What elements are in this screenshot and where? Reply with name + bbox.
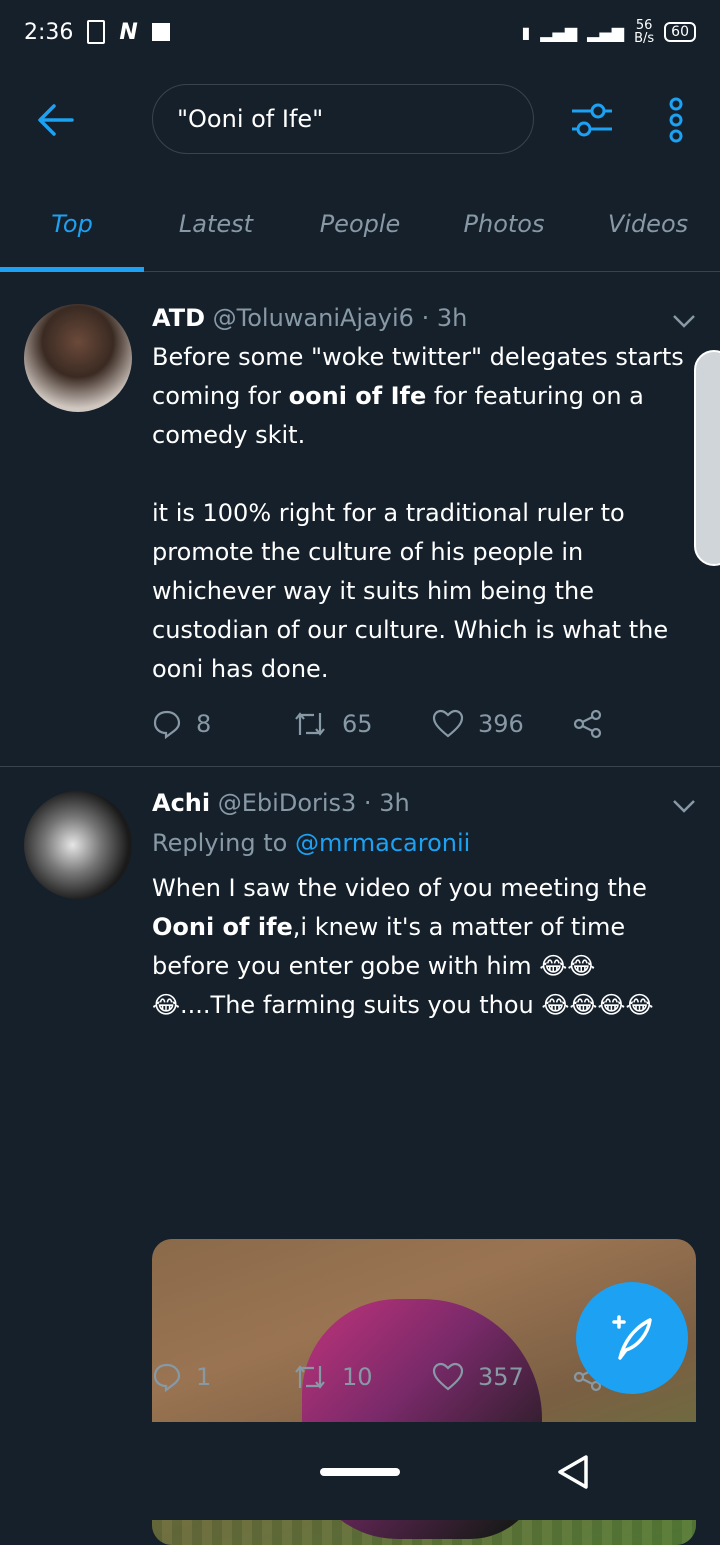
tab-photos[interactable]: Photos xyxy=(432,176,576,271)
retweet-button[interactable]: 65 xyxy=(292,709,432,739)
author-name[interactable]: Achi xyxy=(152,789,210,817)
share-button[interactable] xyxy=(572,708,612,740)
status-time: 2:36 xyxy=(24,19,74,45)
mention-link[interactable]: @mrmacaronii xyxy=(295,829,470,857)
author-name[interactable]: ATD xyxy=(152,304,205,332)
more-icon[interactable] xyxy=(664,96,688,144)
home-gesture-bar[interactable] xyxy=(320,1468,400,1476)
retweet-count: 65 xyxy=(342,710,373,738)
tweet-actions: 8 65 396 xyxy=(152,704,632,744)
like-button[interactable]: 396 xyxy=(432,709,572,739)
like-button[interactable]: 357 xyxy=(432,1362,572,1392)
tab-latest[interactable]: Latest xyxy=(144,176,288,271)
search-input[interactable]: "Ooni of Ife" xyxy=(152,84,534,154)
reply-count: 1 xyxy=(196,1363,212,1391)
filter-icon[interactable] xyxy=(568,100,616,140)
battery-level: 60 xyxy=(664,22,696,42)
app-n-icon: N xyxy=(119,19,138,45)
compose-tweet-button[interactable] xyxy=(576,1282,688,1394)
tweet-actions: 1 10 357 xyxy=(152,1357,632,1397)
battery-saver-icon xyxy=(87,20,106,44)
chevron-down-icon[interactable] xyxy=(672,799,696,813)
author-handle: @ToluwaniAjayi6 · 3h xyxy=(212,304,468,332)
tab-videos[interactable]: Videos xyxy=(576,176,720,271)
network-speed: 56 B/s xyxy=(634,18,655,46)
status-bar: 2:36 N ▮ ▂▄▆ ▂▄▆ 56 B/s 60 xyxy=(0,0,720,64)
notification-square-icon xyxy=(151,23,170,41)
signal-4g-icon: ▂▄▆ xyxy=(587,22,625,42)
avatar[interactable] xyxy=(24,304,132,412)
retweet-icon xyxy=(295,1365,325,1389)
tweet-feed: ATD @ToluwaniAjayi6 · 3h Before some "wo… xyxy=(0,282,720,1545)
retweet-count: 10 xyxy=(342,1363,373,1391)
like-count: 357 xyxy=(478,1363,524,1391)
vibrate-icon: ▮ xyxy=(521,22,531,42)
tab-top[interactable]: Top xyxy=(0,176,144,272)
reply-button[interactable]: 1 xyxy=(152,1362,292,1392)
search-tabs: Top Latest People Photos Videos xyxy=(0,176,720,272)
tweet-text: When I saw the video of you meeting the … xyxy=(152,874,655,1019)
system-nav-bar xyxy=(0,1422,720,1520)
reply-icon xyxy=(153,710,181,739)
search-header: "Ooni of Ife" xyxy=(0,64,720,176)
system-back-icon[interactable] xyxy=(556,1454,590,1490)
author-handle: @EbiDoris3 · 3h xyxy=(217,789,410,817)
compose-icon xyxy=(612,1315,652,1360)
tab-people[interactable]: People xyxy=(288,176,432,271)
avatar[interactable] xyxy=(24,791,132,899)
tweet-text: Before some "woke twitter" delegates sta… xyxy=(152,343,692,683)
like-icon xyxy=(432,709,464,738)
like-icon xyxy=(432,1362,464,1391)
replying-to: Replying to @mrmacaronii xyxy=(152,829,471,857)
reply-button[interactable]: 8 xyxy=(152,709,292,739)
retweet-button[interactable]: 10 xyxy=(292,1362,432,1392)
scrollbar-thumb[interactable] xyxy=(694,350,720,566)
signal-icon: ▂▄▆ xyxy=(540,22,578,42)
back-arrow-icon[interactable] xyxy=(36,100,76,140)
share-icon xyxy=(573,709,602,739)
retweet-icon xyxy=(295,712,325,736)
like-count: 396 xyxy=(478,710,524,738)
tweet-header: Achi @EbiDoris3 · 3h xyxy=(152,789,410,817)
chevron-down-icon[interactable] xyxy=(672,314,696,328)
tweet[interactable]: ATD @ToluwaniAjayi6 · 3h Before some "wo… xyxy=(0,282,720,767)
reply-count: 8 xyxy=(196,710,212,738)
reply-icon xyxy=(153,1363,181,1392)
tweet-header: ATD @ToluwaniAjayi6 · 3h xyxy=(152,304,467,332)
